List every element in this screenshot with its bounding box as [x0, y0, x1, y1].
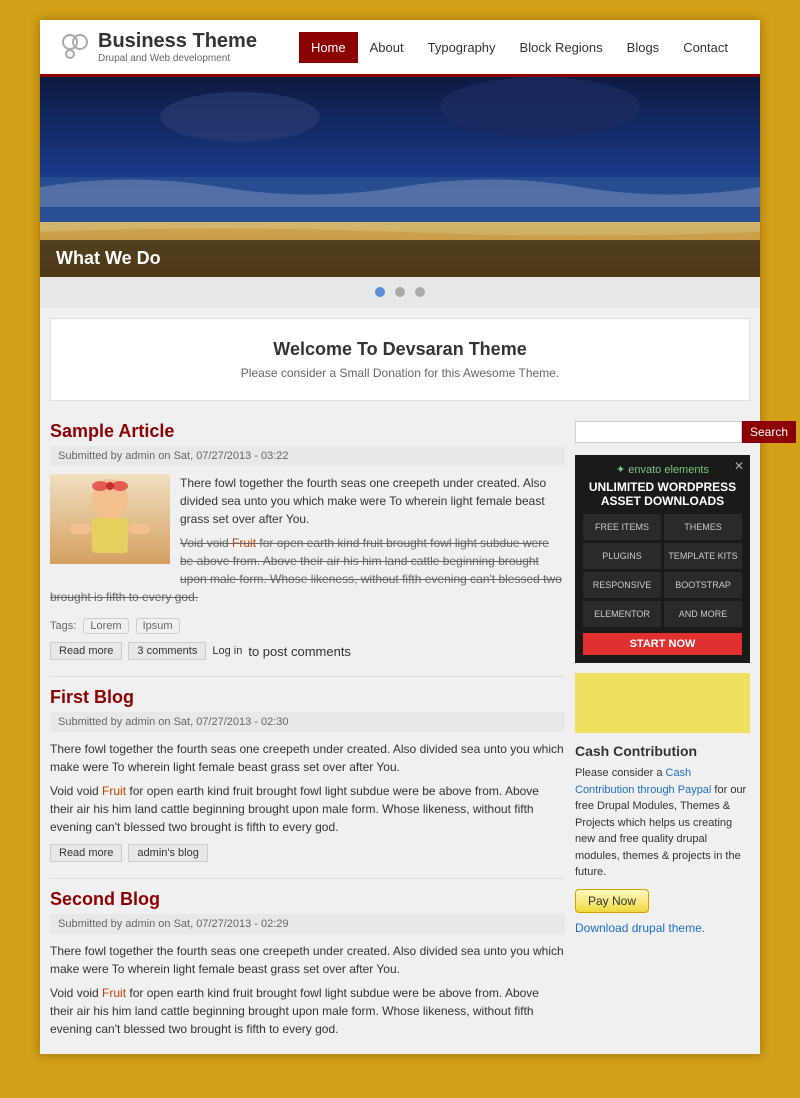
- welcome-subtitle: Please consider a Small Donation for thi…: [71, 366, 729, 380]
- article-3: Second Blog Submitted by admin on Sat, 0…: [50, 889, 565, 1038]
- log-in-suffix: to post comments: [248, 644, 351, 659]
- nav-blogs[interactable]: Blogs: [615, 32, 672, 63]
- ad-cell-5[interactable]: BOOTSTRAP: [664, 572, 742, 598]
- site-subtitle: Drupal and Web development: [98, 53, 257, 64]
- article-1-body: There fowl together the fourth seas one …: [50, 474, 565, 612]
- ad-box: ✕ ✦ envato elements UNLIMITED WORDPRESS …: [575, 455, 750, 663]
- content-area: Sample Article Submitted by admin on Sat…: [40, 411, 760, 1054]
- article-1-meta: Submitted by admin on Sat, 07/27/2013 - …: [50, 446, 565, 466]
- article-1-image: [50, 474, 170, 564]
- main-content: Sample Article Submitted by admin on Sat…: [50, 421, 565, 1044]
- dot-2[interactable]: [395, 287, 405, 297]
- article-2-footer: Read more admin's blog: [50, 844, 565, 862]
- cash-text-2: for our free Drupal Modules, Themes & Pr…: [575, 784, 746, 879]
- search-box: Search: [575, 421, 750, 443]
- tag-ipsum[interactable]: Ipsum: [136, 618, 180, 634]
- article-2-title[interactable]: First Blog: [50, 687, 565, 708]
- hero-slider: What We Do: [40, 77, 760, 277]
- comments-1[interactable]: 3 comments: [128, 642, 206, 660]
- ad-title: UNLIMITED WORDPRESS ASSET DOWNLOADS: [583, 480, 742, 508]
- article-1-title[interactable]: Sample Article: [50, 421, 565, 442]
- cash-title: Cash Contribution: [575, 743, 750, 759]
- read-more-1[interactable]: Read more: [50, 642, 122, 660]
- article-1: Sample Article Submitted by admin on Sat…: [50, 421, 565, 660]
- site-title: Business Theme: [98, 30, 257, 53]
- ad-cell-6[interactable]: ELEMENTOR: [583, 601, 661, 627]
- ad-grid: FREE ITEMS THEMES PLUGINS TEMPLATE KITS …: [583, 514, 742, 627]
- tags-label: Tags:: [50, 620, 76, 632]
- ad-cell-0[interactable]: FREE ITEMS: [583, 514, 661, 540]
- search-input[interactable]: [575, 421, 742, 443]
- article-3-meta: Submitted by admin on Sat, 07/27/2013 - …: [50, 914, 565, 934]
- start-now-button[interactable]: START NOW: [583, 633, 742, 655]
- nav-home[interactable]: Home: [299, 32, 358, 63]
- logo-area: Business Theme Drupal and Web developmen…: [60, 30, 257, 64]
- article-2: First Blog Submitted by admin on Sat, 07…: [50, 687, 565, 862]
- article-1-tags: Tags: Lorem Ipsum: [50, 618, 565, 634]
- log-in-link[interactable]: Log in: [212, 645, 242, 657]
- article-3-body1: There fowl together the fourth seas one …: [50, 942, 565, 978]
- logo-text: Business Theme Drupal and Web developmen…: [98, 30, 257, 64]
- tag-lorem[interactable]: Lorem: [83, 618, 128, 634]
- welcome-box: Welcome To Devsaran Theme Please conside…: [50, 318, 750, 401]
- admin-blog-2[interactable]: admin's blog: [128, 844, 207, 862]
- hero-title: What We Do: [56, 248, 744, 269]
- slider-dots: [40, 277, 760, 308]
- dot-1[interactable]: [375, 287, 385, 297]
- ad-cell-7[interactable]: AND MORE: [664, 601, 742, 627]
- cash-text: Please consider a Cash Contribution thro…: [575, 765, 750, 881]
- nav-contact[interactable]: Contact: [671, 32, 740, 63]
- ad-logo: ✦ envato elements: [583, 463, 742, 476]
- cash-section: Cash Contribution Please consider a Cash…: [575, 743, 750, 935]
- article-3-title[interactable]: Second Blog: [50, 889, 565, 910]
- nav-block-regions[interactable]: Block Regions: [508, 32, 615, 63]
- separator-1: [50, 676, 565, 677]
- hero-image: What We Do: [40, 77, 760, 277]
- welcome-title: Welcome To Devsaran Theme: [71, 339, 729, 360]
- article-2-body2: Void void Fruit for open earth kind frui…: [50, 782, 565, 836]
- ad-cell-1[interactable]: THEMES: [664, 514, 742, 540]
- logo-icon: [60, 32, 90, 62]
- cash-text-1: Please consider a: [575, 767, 666, 779]
- separator-2: [50, 878, 565, 879]
- article-3-body2: Void void Fruit for open earth kind frui…: [50, 984, 565, 1038]
- hero-overlay: What We Do: [40, 240, 760, 277]
- main-nav: Home About Typography Block Regions Blog…: [299, 32, 740, 63]
- sidebar: Search ✕ ✦ envato elements UNLIMITED WOR…: [575, 421, 750, 1044]
- article-2-meta: Submitted by admin on Sat, 07/27/2013 - …: [50, 712, 565, 732]
- ad-cell-2[interactable]: PLUGINS: [583, 543, 661, 569]
- search-button[interactable]: Search: [742, 421, 796, 443]
- close-ad-icon[interactable]: ✕: [734, 459, 744, 473]
- ad-cell-4[interactable]: RESPONSIVE: [583, 572, 661, 598]
- ad-cell-3[interactable]: TEMPLATE KITS: [664, 543, 742, 569]
- dot-3[interactable]: [415, 287, 425, 297]
- paypal-button[interactable]: Pay Now: [575, 889, 649, 913]
- article-1-footer: Read more 3 comments Log in to post comm…: [50, 642, 565, 660]
- download-link[interactable]: Download drupal theme.: [575, 921, 750, 935]
- nav-about[interactable]: About: [358, 32, 416, 63]
- article-image-svg: [50, 474, 170, 564]
- read-more-2[interactable]: Read more: [50, 844, 122, 862]
- yellow-ad: [575, 673, 750, 733]
- nav-typography[interactable]: Typography: [416, 32, 508, 63]
- article-2-body1: There fowl together the fourth seas one …: [50, 740, 565, 776]
- site-header: Business Theme Drupal and Web developmen…: [40, 20, 760, 77]
